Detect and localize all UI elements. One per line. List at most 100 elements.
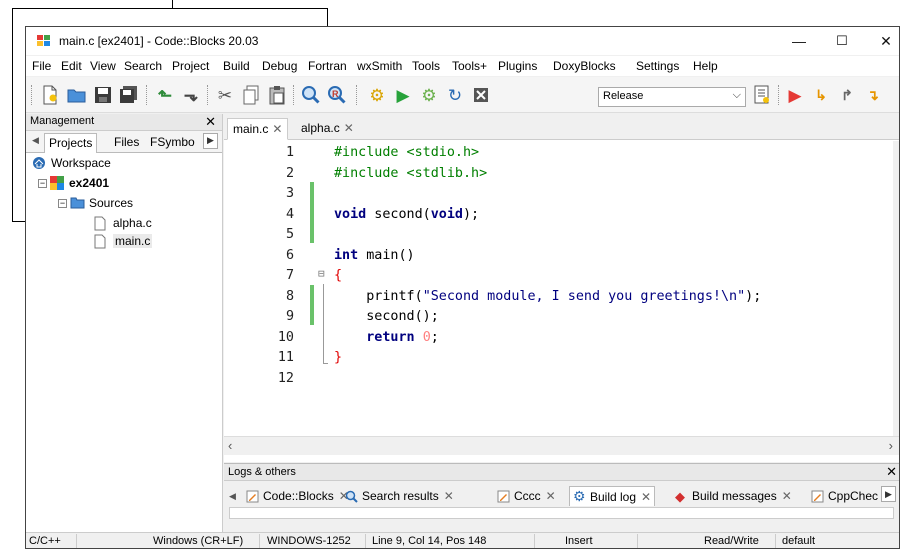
- status-line-endings: Windows (CR+LF): [153, 535, 244, 547]
- close-icon[interactable]: ✕: [205, 114, 216, 130]
- search-icon: [345, 490, 358, 503]
- open-icon[interactable]: [66, 84, 88, 106]
- menu-plugins[interactable]: Plugins: [498, 59, 537, 73]
- menu-bar: File Edit View Search Project Build Debu…: [26, 56, 899, 76]
- status-access: Read/Write: [704, 535, 759, 547]
- codeblocks-logo-icon: [37, 35, 51, 47]
- menu-file[interactable]: File: [32, 59, 51, 73]
- line-number: 4: [285, 206, 294, 222]
- close-tab-icon[interactable]: ✕: [444, 489, 454, 503]
- build-icon[interactable]: ⚙: [366, 84, 388, 106]
- tab-label: Build log: [590, 489, 637, 504]
- minimize-button[interactable]: —: [784, 31, 814, 51]
- menu-fortran[interactable]: Fortran: [308, 59, 347, 73]
- tab-scroll-right[interactable]: ▶: [881, 486, 896, 502]
- tab-codeblocks-log[interactable]: Code::Blocks ✕: [243, 486, 352, 506]
- close-tab-icon[interactable]: ✕: [641, 490, 651, 504]
- cut-icon[interactable]: ✂: [214, 84, 236, 106]
- collapse-icon[interactable]: −: [58, 198, 67, 208]
- tree-file-alpha[interactable]: alpha.c: [94, 216, 152, 231]
- find-icon[interactable]: [300, 84, 322, 106]
- pencil-icon: [246, 490, 259, 503]
- save-all-icon[interactable]: [118, 84, 140, 106]
- close-tab-icon[interactable]: ✕: [344, 121, 354, 135]
- tab-projects[interactable]: Projects: [44, 133, 98, 153]
- status-separator: [76, 534, 77, 548]
- abort-icon[interactable]: [470, 84, 492, 106]
- menu-build[interactable]: Build: [223, 59, 250, 73]
- tab-files[interactable]: Files: [110, 133, 143, 153]
- close-tab-icon[interactable]: ✕: [782, 489, 792, 503]
- tree-project[interactable]: − ex2401: [38, 176, 109, 190]
- management-tabs: ◀ Projects Files FSymbo ▶: [26, 131, 222, 153]
- horizontal-scrollbar[interactable]: ‹ ›: [224, 436, 899, 455]
- new-file-icon[interactable]: [39, 84, 61, 106]
- menu-tools[interactable]: Tools: [412, 59, 440, 73]
- logs-content[interactable]: [229, 507, 894, 519]
- undo-icon[interactable]: ⬑: [154, 84, 176, 106]
- gear-icon: ⚙: [573, 488, 586, 504]
- menu-search[interactable]: Search: [124, 59, 162, 73]
- menu-settings[interactable]: Settings: [636, 59, 679, 73]
- paste-icon[interactable]: [266, 84, 288, 106]
- step-into-icon[interactable]: ↴: [862, 84, 884, 106]
- status-mode: Insert: [565, 535, 593, 547]
- run-to-cursor-icon[interactable]: ↳: [810, 84, 832, 106]
- build-run-icon[interactable]: ⚙: [418, 84, 440, 106]
- tab-scroll-left[interactable]: ◀: [226, 486, 239, 506]
- build-target-select[interactable]: Release ⌵: [598, 87, 746, 107]
- folder-icon: [70, 196, 85, 210]
- menu-doxyblocks[interactable]: DoxyBlocks: [553, 59, 616, 73]
- tab-cccc[interactable]: Cccc ✕: [494, 486, 559, 506]
- tab-main-c[interactable]: main.c ✕: [227, 118, 289, 140]
- fold-line: [323, 284, 324, 364]
- status-separator: [259, 534, 260, 548]
- close-tab-icon[interactable]: ✕: [546, 489, 556, 503]
- callout-line-top: [12, 8, 328, 9]
- tab-build-log[interactable]: ⚙ Build log ✕: [569, 486, 656, 506]
- code-editor[interactable]: ⊟ 1 2 3 4 5 6 7 8 9 10 11 12 #include <stdio.h> #incl…: [224, 141, 893, 436]
- menu-view[interactable]: View: [90, 59, 116, 73]
- toolbar-separator: [778, 85, 779, 105]
- replace-icon[interactable]: R: [326, 84, 348, 106]
- run-icon[interactable]: ▶: [392, 84, 414, 106]
- line-number: 3: [285, 186, 294, 201]
- tab-label: Build messages: [692, 489, 777, 503]
- tab-alpha-c[interactable]: alpha.c ✕: [296, 118, 359, 140]
- build-target-icon[interactable]: [751, 84, 773, 106]
- close-icon[interactable]: ✕: [886, 464, 897, 480]
- menu-tools-plus[interactable]: Tools+: [452, 59, 487, 73]
- next-line-icon[interactable]: ↱: [836, 84, 858, 106]
- tab-build-messages[interactable]: ◆ Build messages ✕: [672, 486, 795, 506]
- menu-project[interactable]: Project: [172, 59, 209, 73]
- tab-scroll-left[interactable]: ◀: [28, 133, 43, 153]
- tab-cppcheck[interactable]: CppChec: [808, 486, 881, 506]
- rebuild-icon[interactable]: ↻: [444, 84, 466, 106]
- tab-fsymbols[interactable]: FSymbo: [146, 133, 202, 153]
- tab-search-results[interactable]: Search results ✕: [342, 486, 457, 506]
- tree-file-main[interactable]: main.c: [94, 234, 153, 249]
- toolbar-grip: [31, 85, 32, 105]
- save-icon[interactable]: [92, 84, 114, 106]
- menu-debug[interactable]: Debug: [262, 59, 297, 73]
- scroll-left-icon[interactable]: ‹: [228, 438, 232, 453]
- collapse-icon[interactable]: −: [38, 178, 47, 188]
- tree-folder-sources[interactable]: − Sources: [58, 196, 133, 210]
- fold-marker-icon[interactable]: ⊟: [318, 267, 325, 280]
- menu-wxsmith[interactable]: wxSmith: [357, 59, 402, 73]
- tab-scroll-right[interactable]: ▶: [203, 133, 218, 149]
- scroll-right-icon[interactable]: ›: [889, 438, 893, 453]
- tab-label: Cccc: [514, 489, 541, 503]
- maximize-button[interactable]: ☐: [827, 31, 857, 51]
- redo-icon[interactable]: ⬎: [180, 84, 202, 106]
- menu-help[interactable]: Help: [693, 59, 718, 73]
- copy-icon[interactable]: [240, 84, 262, 106]
- logs-tabs: ◀ Code::Blocks ✕ Search results ✕ Cccc ✕ ⚙ …: [224, 483, 899, 507]
- menu-edit[interactable]: Edit: [61, 59, 82, 73]
- close-button[interactable]: ✕: [871, 31, 899, 51]
- debug-icon[interactable]: ▶: [784, 84, 806, 106]
- tree-workspace[interactable]: Workspace: [32, 156, 111, 170]
- vertical-scrollbar[interactable]: [893, 141, 899, 436]
- callout-line-vertical-left: [12, 8, 13, 222]
- close-tab-icon[interactable]: ✕: [272, 122, 282, 136]
